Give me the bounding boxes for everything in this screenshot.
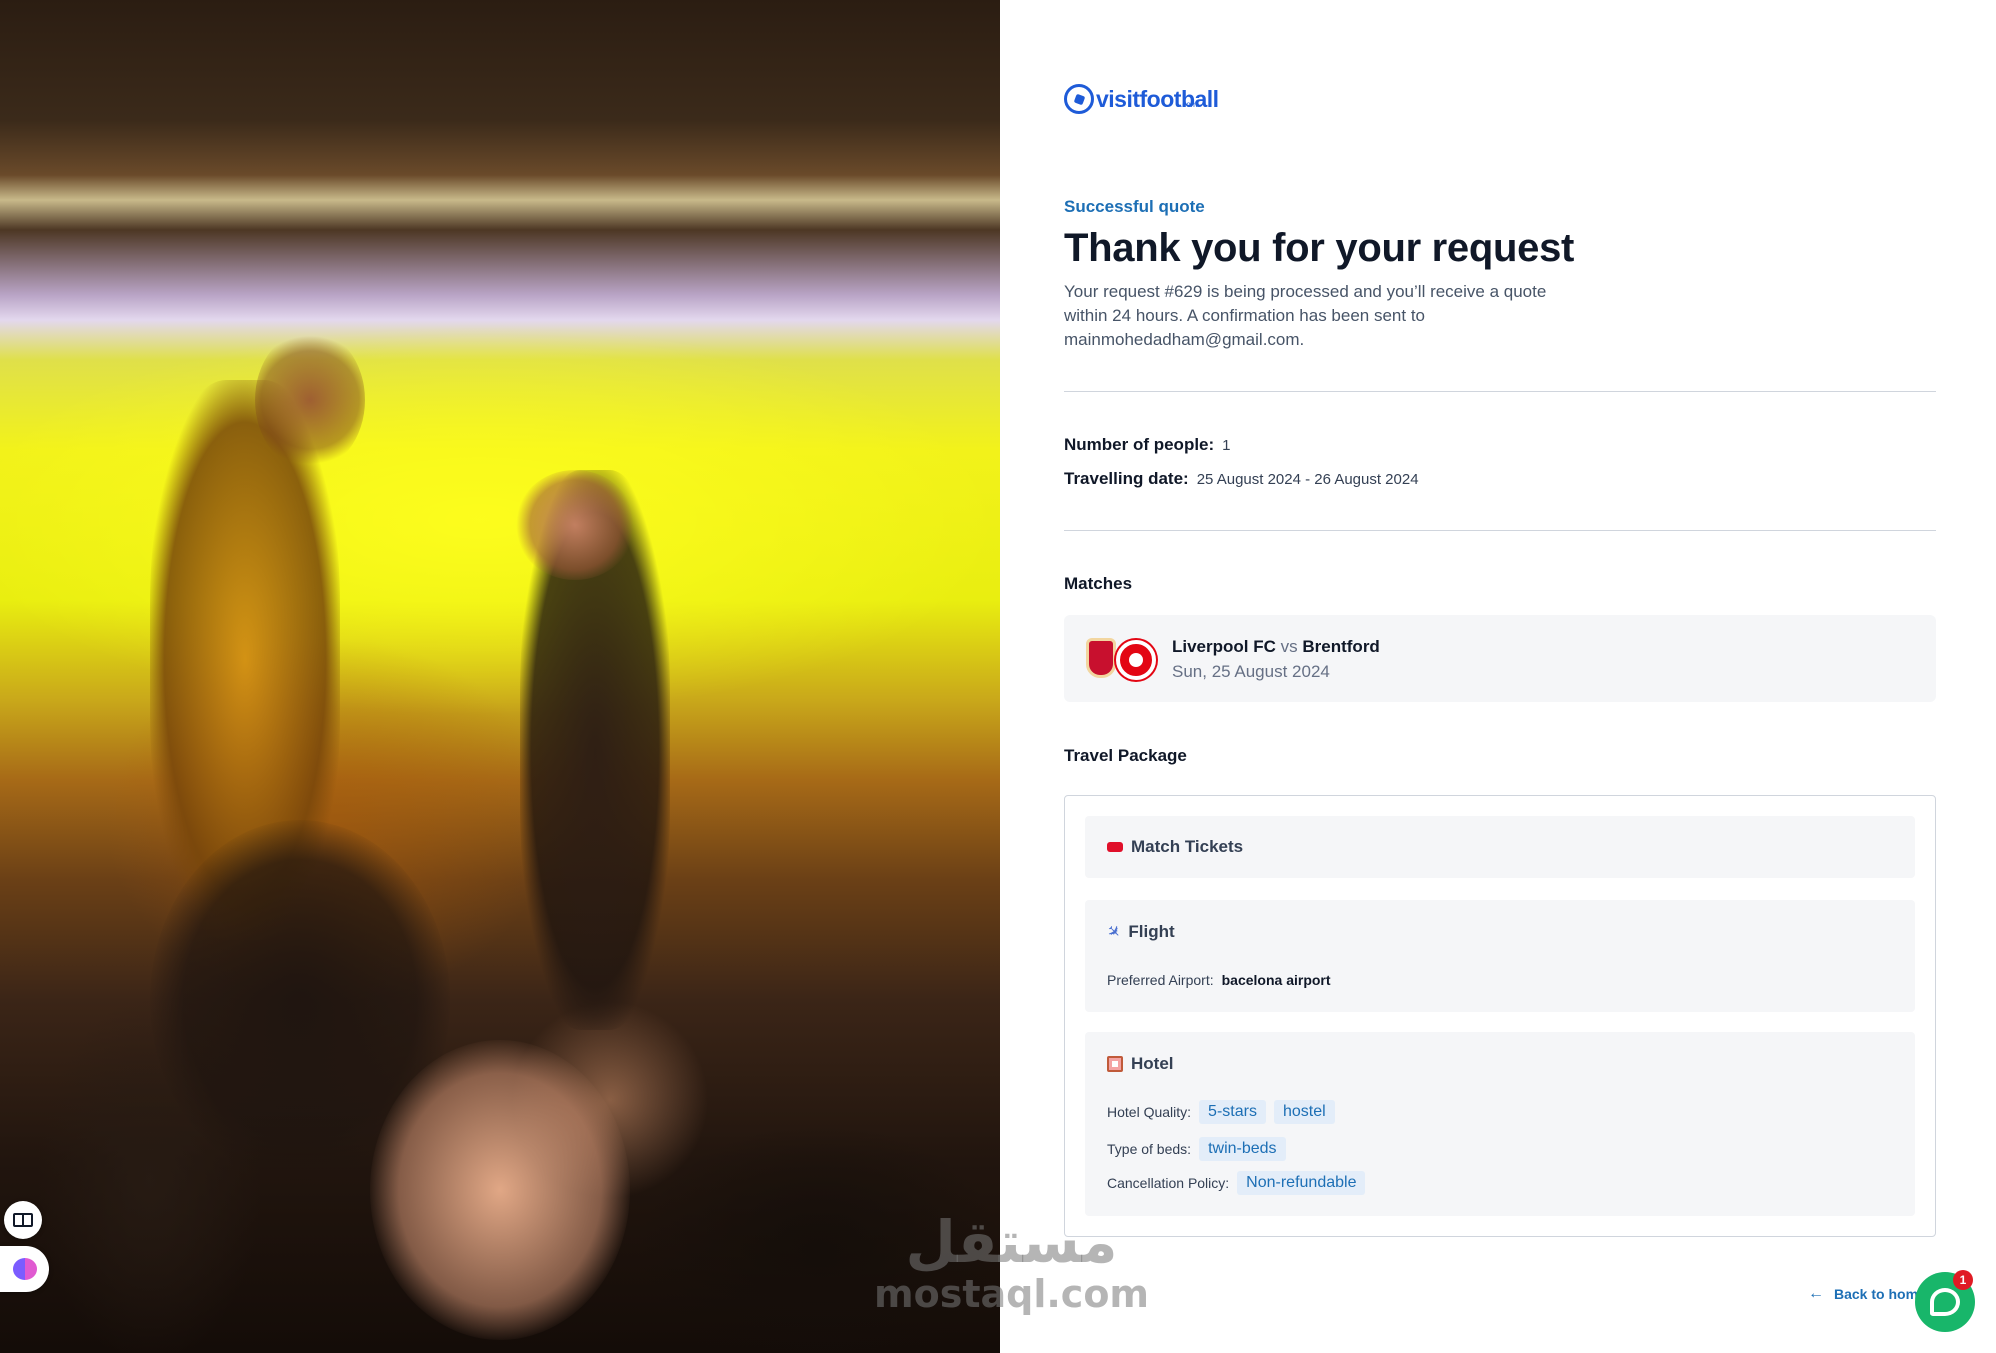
hotel-quality-label: Hotel Quality:	[1107, 1104, 1192, 1120]
fan-fist	[515, 470, 635, 580]
reader-tool-button[interactable]	[4, 1201, 42, 1239]
versus-label: vs	[1280, 637, 1298, 656]
people-row: Number of people: 1	[1064, 435, 1231, 455]
page-title: Thank you for your request	[1064, 226, 1575, 270]
cancellation-row: Cancellation Policy: Non-refundable	[1107, 1171, 1366, 1195]
bed-type-chip: twin-beds	[1199, 1137, 1286, 1161]
ticket-icon	[1107, 842, 1123, 852]
football-icon	[1064, 84, 1094, 114]
matches-heading: Matches	[1064, 574, 1133, 593]
divider	[1064, 530, 1936, 531]
back-to-home-link[interactable]: ← Back to home	[1808, 1285, 1928, 1303]
book-icon	[13, 1213, 33, 1227]
flight-item: ✈ Flight Preferred Airport: bacelona air…	[1085, 900, 1915, 1012]
fan-hand	[255, 330, 365, 470]
hero-stadium-photo	[0, 0, 1000, 1353]
confirmation-message: Your request #629 is being processed and…	[1064, 282, 1547, 349]
hotel-item: Hotel Hotel Quality: 5-stars hostel Type…	[1085, 1032, 1915, 1216]
home-team: Liverpool FC	[1172, 637, 1276, 656]
liverpool-crest-icon	[1086, 638, 1116, 678]
hotel-quality-chip: hostel	[1273, 1100, 1335, 1124]
people-label: Number of people:	[1064, 435, 1215, 454]
travel-date-label: Travelling date:	[1064, 469, 1189, 488]
cancellation-chip: Non-refundable	[1237, 1171, 1366, 1195]
watermark-latin: mostaql.com	[874, 1272, 1150, 1316]
watermark-arabic: مستقل	[905, 1208, 1118, 1276]
fan-hands-clapping	[370, 1040, 630, 1340]
brain-icon	[12, 1258, 37, 1280]
travel-package-heading: Travel Package	[1064, 746, 1187, 765]
travel-date-value: 25 August 2024 - 26 August 2024	[1196, 471, 1419, 488]
divider	[1064, 391, 1936, 392]
match-tickets-title: Match Tickets	[1131, 837, 1244, 856]
mostaql-watermark: مستقل mostaql.com	[874, 1210, 1149, 1314]
chat-icon	[1930, 1288, 1960, 1316]
arrow-left-icon: ←	[1808, 1285, 1824, 1302]
preferred-airport-label: Preferred Airport:	[1107, 972, 1214, 988]
cancellation-label: Cancellation Policy:	[1107, 1175, 1230, 1191]
hotel-quality-chip: 5-stars	[1199, 1100, 1266, 1124]
back-to-home-label: Back to home	[1834, 1286, 1926, 1302]
flight-heading: ✈ Flight	[1103, 922, 1175, 944]
hotel-icon	[1107, 1056, 1123, 1072]
bed-type-label: Type of beds:	[1107, 1141, 1192, 1157]
match-card[interactable]: Liverpool FC vs Brentford Sun, 25 August…	[1064, 615, 1936, 702]
flight-title: Flight	[1128, 922, 1175, 941]
hotel-quality-row: Hotel Quality: 5-stars hostel	[1107, 1100, 1335, 1124]
brentford-crest-icon	[1116, 640, 1156, 680]
match-tickets-item: Match Tickets	[1085, 816, 1915, 878]
status-eyebrow: Successful quote	[1064, 197, 1205, 216]
airplane-icon: ✈	[1102, 921, 1125, 944]
away-team: Brentford	[1302, 637, 1380, 656]
hotel-heading: Hotel	[1107, 1054, 1174, 1074]
preferred-airport-value: bacelona airport	[1221, 972, 1331, 988]
travel-date-row: Travelling date: 25 August 2024 - 26 Aug…	[1064, 469, 1419, 489]
match-tickets-heading: Match Tickets	[1107, 837, 1243, 857]
match-date: Sun, 25 August 2024	[1172, 662, 1330, 681]
chat-notification-badge: 1	[1953, 1270, 1973, 1290]
hotel-title: Hotel	[1131, 1054, 1174, 1073]
travel-package-box: Match Tickets ✈ Flight Preferred Airport…	[1064, 795, 1936, 1237]
bed-type-row: Type of beds: twin-beds	[1107, 1137, 1286, 1161]
people-value: 1	[1222, 437, 1231, 454]
match-teams: Liverpool FC vs Brentford	[1172, 637, 1380, 657]
ai-tool-button[interactable]	[0, 1246, 49, 1292]
preferred-airport-row: Preferred Airport: bacelona airport	[1107, 972, 1331, 988]
